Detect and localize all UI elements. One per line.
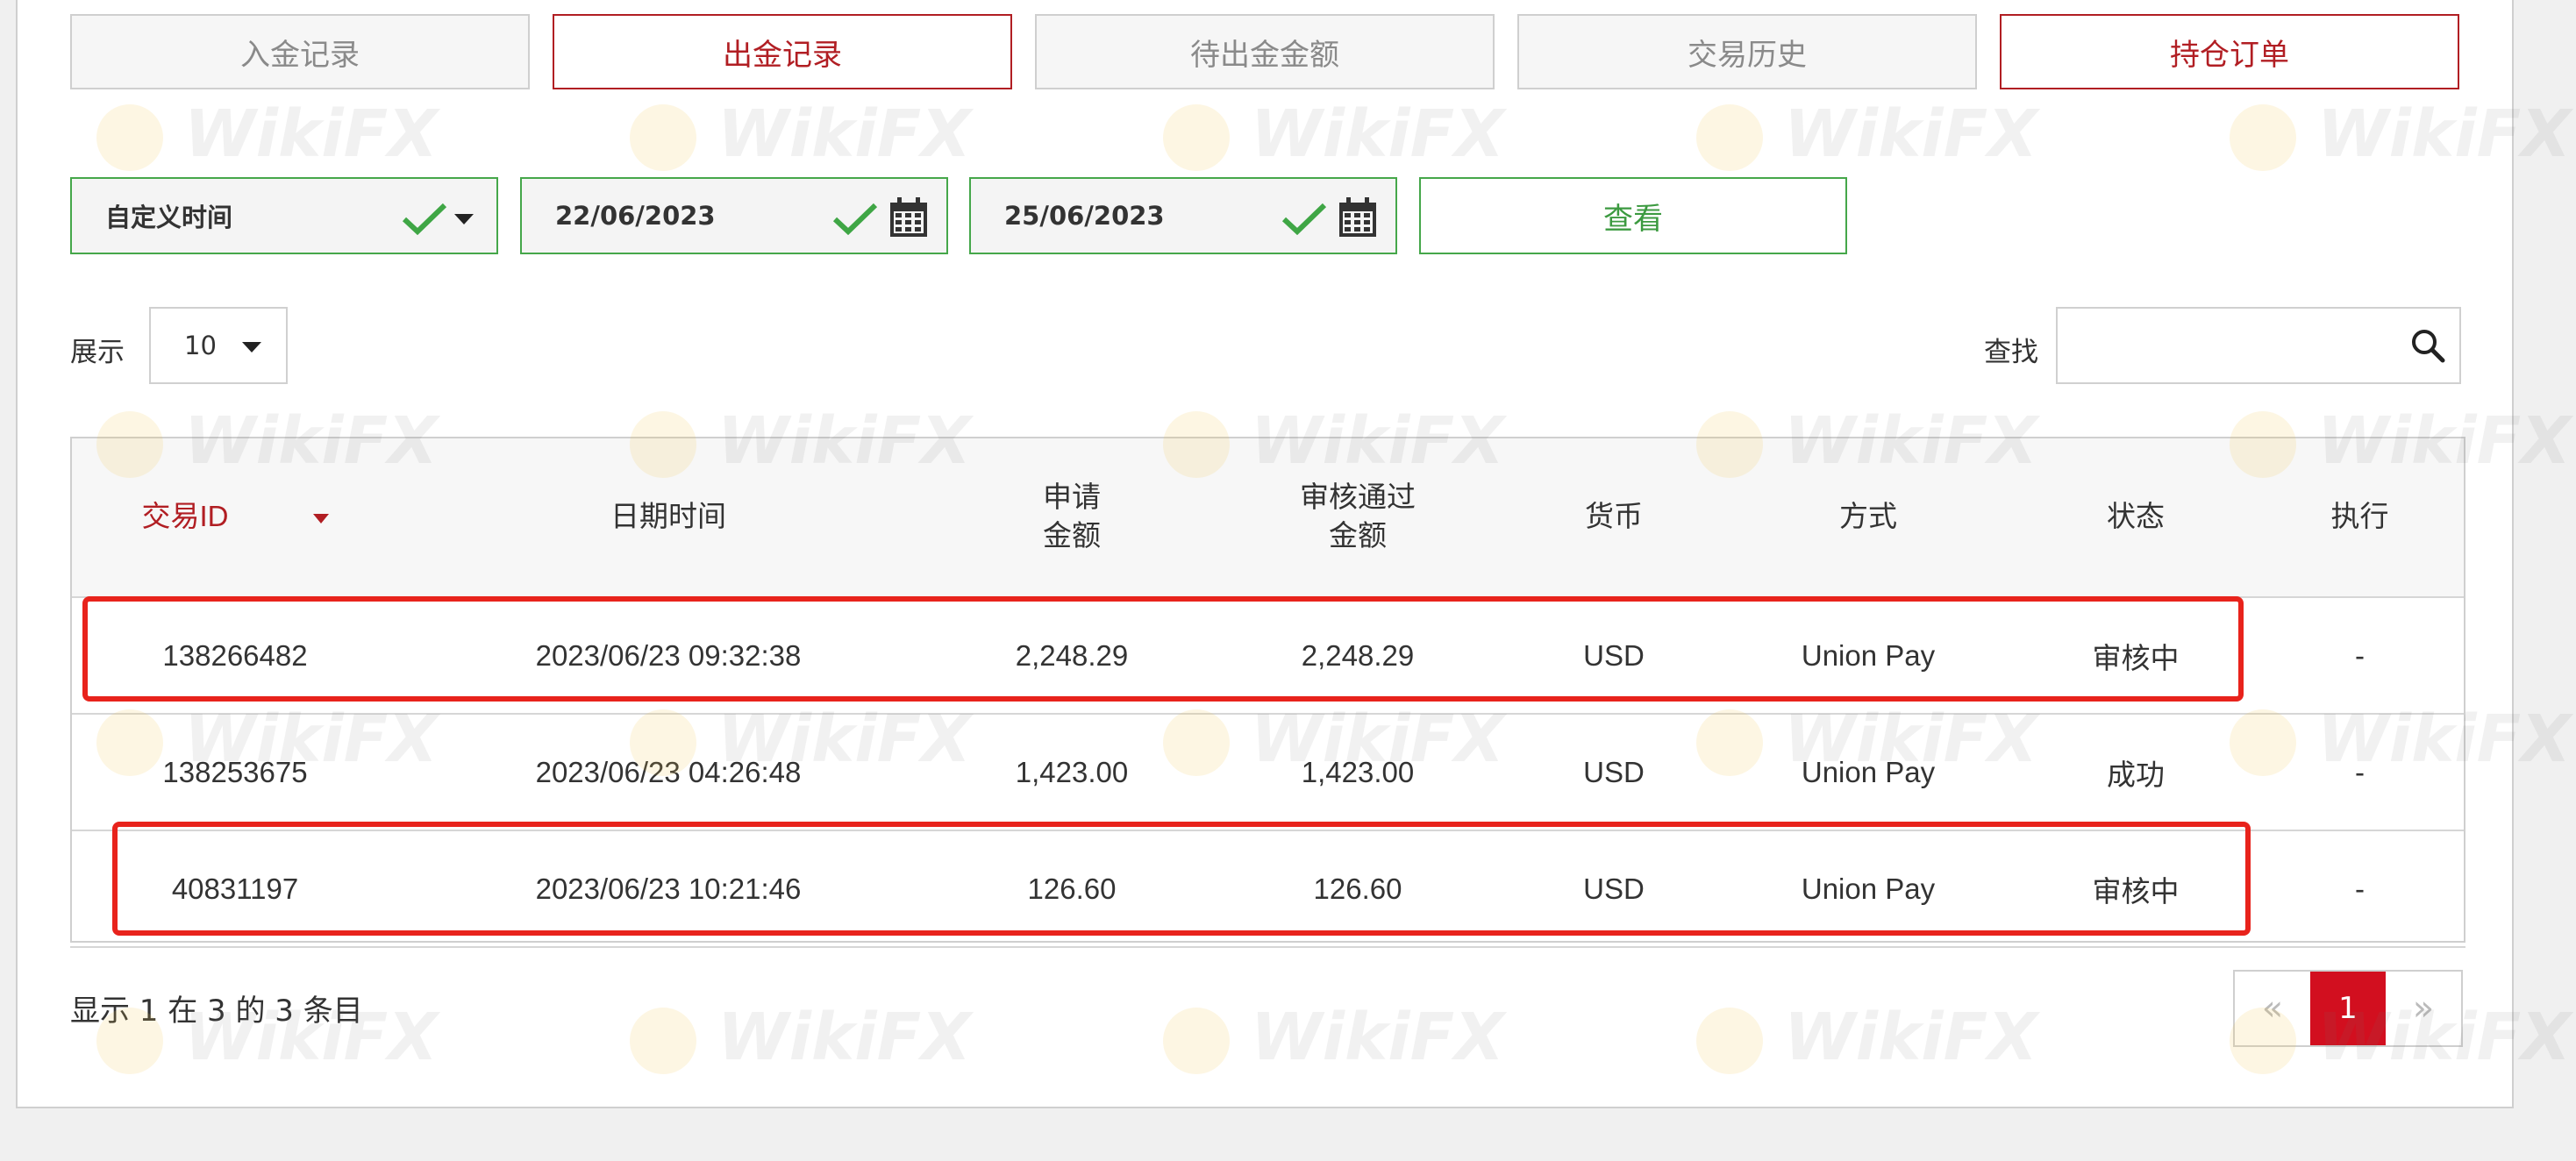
- cell-datetime: 2023/06/23 04:26:48: [400, 714, 937, 831]
- table-row: 40831197 2023/06/23 10:21:46 126.60 126.…: [70, 830, 2465, 948]
- table-info: 显示 1 在 3 的 3 条目: [70, 994, 363, 1029]
- search-box: [2056, 307, 2461, 384]
- cell-requested-amount: 126.60: [937, 830, 1207, 948]
- cell-transaction-id: 138266482: [70, 597, 400, 715]
- cell-datetime: 2023/06/23 10:21:46: [400, 830, 937, 948]
- table-row: 138266482 2023/06/23 09:32:38 2,248.29 2…: [70, 597, 2465, 715]
- cell-approved-amount: 2,248.29: [1207, 597, 1509, 715]
- cell-transaction-id: 138253675: [70, 714, 400, 831]
- cell-approved-amount: 1,423.00: [1207, 714, 1509, 831]
- next-page-button[interactable]: »: [2386, 972, 2461, 1045]
- col-header-approved-amount[interactable]: 审核通过 金额: [1207, 437, 1509, 598]
- col-header-transaction-id[interactable]: 交易ID: [70, 437, 400, 598]
- cell-status: 成功: [2017, 714, 2254, 831]
- tab-open-orders[interactable]: 持仓订单: [2000, 14, 2459, 89]
- search-input[interactable]: [2058, 309, 2407, 381]
- calendar-icon[interactable]: [888, 196, 929, 239]
- check-icon: [1281, 203, 1327, 235]
- chevron-down-icon: [454, 214, 474, 224]
- sort-desc-icon: [312, 513, 329, 524]
- chevron-down-icon: [242, 342, 261, 353]
- cell-action: -: [2254, 597, 2465, 715]
- cell-method: Union Pay: [1719, 597, 2017, 715]
- cell-transaction-id: 40831197: [70, 830, 400, 948]
- col-header-method[interactable]: 方式: [1719, 437, 2017, 598]
- cell-currency: USD: [1509, 830, 1719, 948]
- date-to-field[interactable]: 25/06/2023: [969, 177, 1397, 254]
- page-1-button[interactable]: 1: [2310, 972, 2386, 1045]
- search-label: 查找: [1984, 337, 2038, 368]
- cell-datetime: 2023/06/23 09:32:38: [400, 597, 937, 715]
- table-header-row: 交易ID 日期时间 申请 金额 审核通过 金额 货币 方式 状态 执行: [70, 437, 2465, 598]
- col-header-requested-amount[interactable]: 申请 金额: [937, 437, 1207, 598]
- cell-currency: USD: [1509, 597, 1719, 715]
- cell-requested-amount: 1,423.00: [937, 714, 1207, 831]
- tab-trade-history[interactable]: 交易历史: [1517, 14, 1977, 89]
- col-header-action[interactable]: 执行: [2254, 437, 2465, 598]
- page-length-value: 10: [184, 331, 217, 360]
- tab-deposit-records[interactable]: 入金记录: [70, 14, 530, 89]
- date-from-field[interactable]: 22/06/2023: [520, 177, 948, 254]
- cell-method: Union Pay: [1719, 830, 2017, 948]
- check-icon: [832, 203, 878, 235]
- tab-pending-withdrawal[interactable]: 待出金金额: [1035, 14, 1495, 89]
- prev-page-button[interactable]: «: [2235, 972, 2310, 1045]
- range-select[interactable]: 自定义时间: [70, 177, 498, 254]
- length-label: 展示: [70, 337, 125, 368]
- pagination: « 1 »: [2233, 970, 2463, 1047]
- table-row: 138253675 2023/06/23 04:26:48 1,423.00 1…: [70, 714, 2465, 831]
- cell-currency: USD: [1509, 714, 1719, 831]
- col-header-currency[interactable]: 货币: [1509, 437, 1719, 598]
- page-length-select[interactable]: 10: [149, 307, 288, 384]
- cell-action: -: [2254, 714, 2465, 831]
- withdrawal-table: 交易ID 日期时间 申请 金额 审核通过 金额 货币 方式 状态 执行 1382…: [70, 437, 2465, 948]
- cell-status: 审核中: [2017, 830, 2254, 948]
- col-header-datetime[interactable]: 日期时间: [400, 437, 937, 598]
- cell-method: Union Pay: [1719, 714, 2017, 831]
- view-button[interactable]: 查看: [1419, 177, 1847, 254]
- cell-status: 审核中: [2017, 597, 2254, 715]
- search-icon[interactable]: [2410, 328, 2445, 363]
- tab-withdrawal-records[interactable]: 出金记录: [553, 14, 1012, 89]
- check-icon: [402, 203, 447, 235]
- cell-action: -: [2254, 830, 2465, 948]
- cell-approved-amount: 126.60: [1207, 830, 1509, 948]
- cell-requested-amount: 2,248.29: [937, 597, 1207, 715]
- calendar-icon[interactable]: [1338, 196, 1378, 239]
- col-header-status[interactable]: 状态: [2017, 437, 2254, 598]
